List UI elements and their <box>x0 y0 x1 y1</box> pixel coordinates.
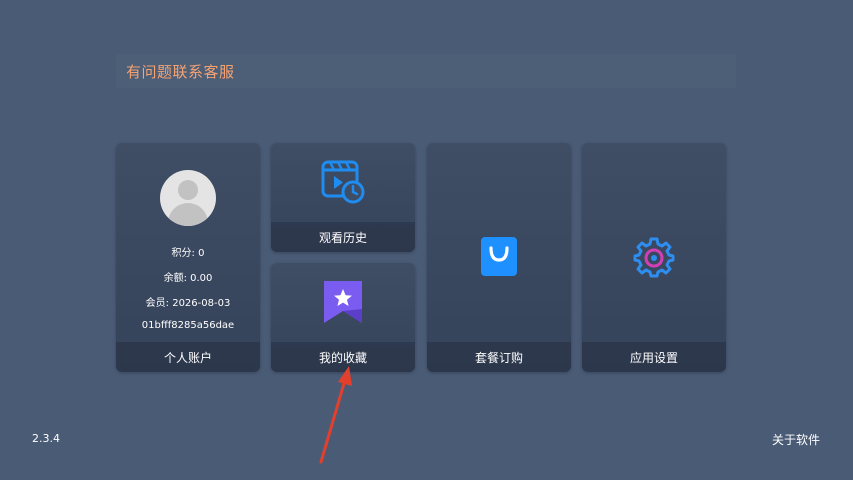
device-id-text: 01bfff8285a56dae <box>141 320 235 331</box>
package-subscription-card[interactable]: 套餐订购 <box>427 143 571 372</box>
personal-account-card[interactable]: 积分: 0 余额: 0.00 会员: 2026-08-03 01bfff8285… <box>116 143 260 372</box>
watch-history-card[interactable]: 观看历史 <box>271 143 415 252</box>
app-version: 2.3.4 <box>32 432 60 445</box>
video-history-icon <box>271 159 415 205</box>
notice-text: 有问题联系客服 <box>126 62 235 81</box>
about-software-link[interactable]: 关于软件 <box>772 431 820 448</box>
personal-account-label: 个人账户 <box>116 342 260 372</box>
star-bookmark-icon <box>271 279 415 325</box>
points-text: 积分: 0 <box>171 248 205 259</box>
customer-service-notice: 有问题联系客服 <box>116 54 736 88</box>
gear-icon <box>582 236 726 278</box>
app-home-screen: 有问题联系客服 积分: 0 余额: 0.00 会员: 2026-08-03 01… <box>0 0 853 480</box>
app-settings-label: 应用设置 <box>582 342 726 372</box>
balance-text: 余额: 0.00 <box>163 273 213 284</box>
app-settings-card[interactable]: 应用设置 <box>582 143 726 372</box>
my-favorites-card[interactable]: 我的收藏 <box>271 263 415 372</box>
watch-history-label: 观看历史 <box>271 222 415 252</box>
avatar <box>160 170 216 226</box>
annotation-arrow-icon <box>319 366 352 464</box>
membership-expiry-text: 会员: 2026-08-03 <box>145 298 231 309</box>
package-subscription-label: 套餐订购 <box>427 342 571 372</box>
shopping-bag-icon <box>427 235 571 277</box>
